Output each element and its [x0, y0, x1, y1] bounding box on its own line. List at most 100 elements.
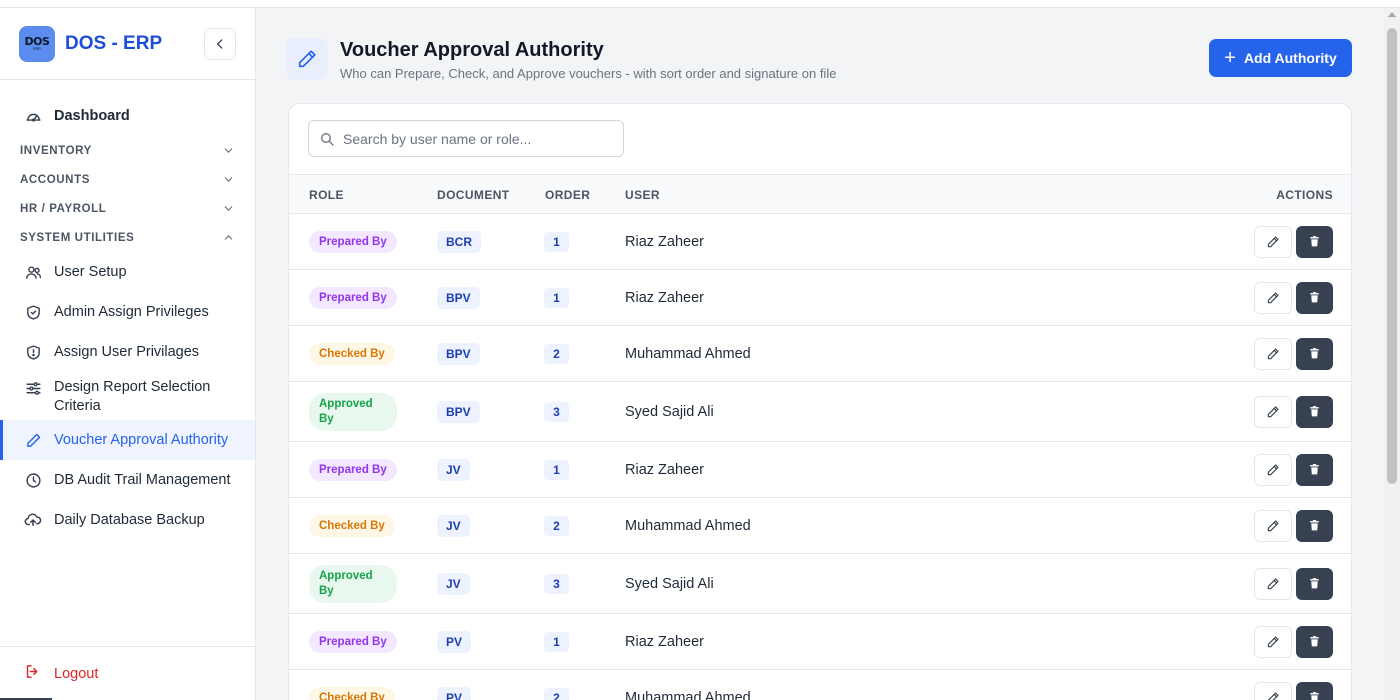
table-row: Prepared By BPV 1 Riaz Zaheer	[289, 270, 1351, 326]
page-scrollbar[interactable]	[1384, 8, 1400, 700]
delete-button[interactable]	[1296, 509, 1333, 542]
sliders-icon	[24, 379, 42, 397]
edit-button[interactable]	[1254, 625, 1292, 658]
shield-alert-icon	[24, 343, 42, 361]
trash-icon	[1310, 348, 1319, 359]
scroll-up-arrow-icon[interactable]	[1388, 12, 1396, 17]
document-badge: PV	[437, 686, 472, 700]
table-row: Checked By JV 2 Muhammad Ahmed	[289, 498, 1351, 554]
role-badge: Checked By	[309, 514, 395, 537]
pen-icon	[24, 431, 42, 449]
column-header-document[interactable]: DOCUMENT	[437, 188, 510, 202]
edit-button[interactable]	[1254, 567, 1292, 600]
add-authority-label: Add Authority	[1243, 50, 1337, 66]
table-row: Checked By BPV 2 Muhammad Ahmed	[289, 326, 1351, 382]
sidebar-item-label: Voucher Approval Authority	[54, 432, 229, 448]
pencil-icon	[1267, 235, 1279, 247]
section-label: INVENTORY	[20, 144, 92, 157]
sidebar-item-db-audit-trail-management[interactable]: DB Audit Trail Management	[0, 460, 255, 500]
sidebar-item-user-setup[interactable]: User Setup	[0, 252, 255, 292]
trash-icon	[1310, 636, 1319, 647]
sidebar-section-system-utilities[interactable]: SYSTEM UTILITIES	[0, 223, 255, 252]
sidebar-section-inventory[interactable]: INVENTORY	[0, 136, 255, 165]
delete-button[interactable]	[1296, 453, 1333, 486]
brand: DOS ERP DOS - ERP	[0, 8, 255, 80]
document-badge: BPV	[437, 342, 480, 365]
sidebar-section-accounts[interactable]: ACCOUNTS	[0, 165, 255, 194]
sidebar-item-admin-assign-privileges[interactable]: Admin Assign Privileges	[0, 292, 255, 332]
add-authority-button[interactable]: + Add Authority	[1209, 39, 1352, 77]
order-badge: 1	[544, 231, 569, 252]
column-header-order[interactable]: ORDER	[545, 188, 590, 202]
edit-button[interactable]	[1254, 453, 1292, 486]
pencil-icon	[1267, 291, 1279, 303]
trash-icon	[1310, 236, 1319, 247]
role-badge: Checked By	[309, 342, 395, 365]
sidebar-section-hr-payroll[interactable]: HR / PAYROLL	[0, 194, 255, 223]
sidebar-item-assign-user-privilages[interactable]: Assign User Privilages	[0, 332, 255, 372]
plus-icon: +	[1224, 47, 1236, 69]
table-row: Prepared By JV 1 Riaz Zaheer	[289, 442, 1351, 498]
delete-button[interactable]	[1296, 281, 1333, 314]
scrollbar-thumb[interactable]	[1387, 28, 1397, 484]
sidebar-item-design-report-selection-criteria[interactable]: Design Report Selection Criteria	[0, 372, 255, 420]
sidebar-item-daily-database-backup[interactable]: Daily Database Backup	[0, 500, 255, 540]
document-badge: JV	[437, 572, 470, 595]
delete-button[interactable]	[1296, 567, 1333, 600]
user-name: Muhammad Ahmed	[625, 689, 751, 700]
edit-button[interactable]	[1254, 509, 1292, 542]
delete-button[interactable]	[1296, 337, 1333, 370]
pencil-icon	[1267, 463, 1279, 475]
edit-button[interactable]	[1254, 337, 1292, 370]
chevron-down-icon	[224, 206, 233, 211]
role-badge: Prepared By	[309, 230, 397, 253]
document-badge: BPV	[437, 286, 480, 309]
chevron-down-icon	[224, 177, 233, 182]
order-badge: 2	[544, 687, 569, 700]
search-input[interactable]	[343, 130, 603, 147]
logout-button[interactable]: Logout	[0, 646, 255, 700]
pencil-icon	[1267, 691, 1279, 700]
users-icon	[24, 263, 42, 281]
role-badge: Prepared By	[309, 458, 397, 481]
edit-button[interactable]	[1254, 681, 1292, 700]
column-header-user[interactable]: USER	[625, 188, 660, 202]
edit-button[interactable]	[1254, 281, 1292, 314]
trash-icon	[1310, 292, 1319, 303]
cloud-upload-icon	[24, 511, 42, 529]
trash-icon	[1310, 578, 1319, 589]
shield-icon	[24, 303, 42, 321]
authority-table-card: ROLE DOCUMENT ORDER USER ACTIONS Prepare…	[288, 103, 1352, 700]
edit-button[interactable]	[1254, 225, 1292, 258]
trash-icon	[1310, 464, 1319, 475]
page-title: Voucher Approval Authority	[340, 39, 604, 61]
user-name: Muhammad Ahmed	[625, 517, 751, 534]
sidebar-item-dashboard[interactable]: Dashboard	[0, 98, 255, 134]
logout-label: Logout	[54, 665, 99, 682]
table-header: ROLE DOCUMENT ORDER USER ACTIONS	[289, 174, 1351, 214]
collapse-sidebar-button[interactable]	[204, 28, 236, 60]
document-badge: JV	[437, 514, 470, 537]
delete-button[interactable]	[1296, 225, 1333, 258]
order-badge: 1	[544, 631, 569, 652]
delete-button[interactable]	[1296, 395, 1333, 428]
sidebar: DOS ERP DOS - ERP Dashboard INVENTORY AC…	[0, 8, 256, 700]
delete-button[interactable]	[1296, 625, 1333, 658]
table-row: Approved By JV 3 Syed Sajid Ali	[289, 554, 1351, 614]
pencil-icon	[1267, 519, 1279, 531]
document-badge: PV	[437, 630, 472, 653]
gauge-icon	[24, 107, 42, 125]
table-row: Prepared By BCR 1 Riaz Zaheer	[289, 214, 1351, 270]
chevron-up-icon	[224, 235, 233, 240]
chevron-left-icon	[217, 39, 223, 49]
role-badge: Prepared By	[309, 630, 397, 653]
order-badge: 3	[544, 401, 569, 422]
document-badge: BPV	[437, 400, 480, 423]
app-logo: DOS ERP	[19, 25, 55, 62]
sidebar-item-voucher-approval-authority[interactable]: Voucher Approval Authority	[0, 420, 255, 460]
delete-button[interactable]	[1296, 681, 1333, 700]
column-header-role[interactable]: ROLE	[309, 188, 344, 202]
role-badge: Prepared By	[309, 286, 397, 309]
edit-button[interactable]	[1254, 395, 1292, 428]
logout-icon	[24, 663, 41, 684]
